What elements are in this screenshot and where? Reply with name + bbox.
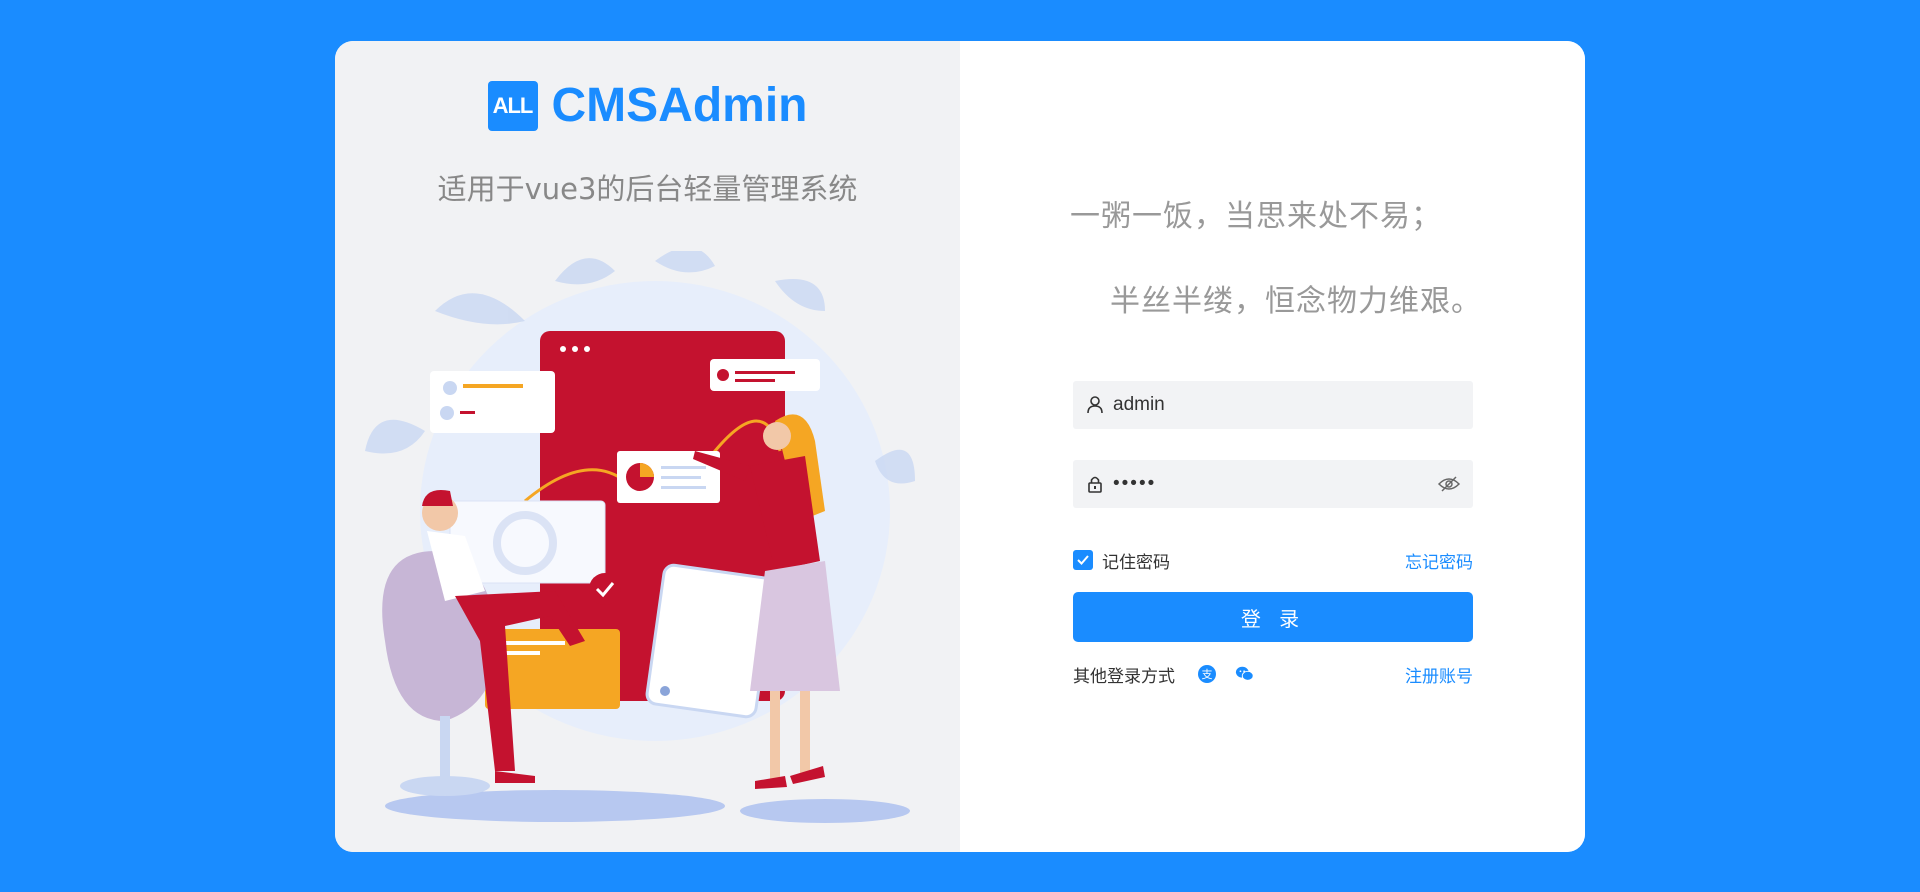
brand: ALL CMSAdmin (335, 81, 960, 131)
left-panel: ALL CMSAdmin 适用于vue3的后台轻量管理系统 (335, 41, 960, 852)
register-link[interactable]: 注册账号 (1405, 662, 1473, 687)
other-login: 其他登录方式 支 (1073, 662, 1255, 687)
logo: ALL (487, 81, 538, 131)
svg-text:支: 支 (1202, 668, 1213, 681)
lock-icon (1085, 474, 1105, 494)
right-panel: 一粥一饭，当思来处不易； 半丝半缕，恒念物力维艰。 (960, 41, 1585, 852)
username-input[interactable] (1111, 393, 1473, 417)
wechat-icon[interactable] (1235, 664, 1255, 684)
password-input[interactable] (1111, 472, 1437, 496)
login-card: ALL CMSAdmin 适用于vue3的后台轻量管理系统 一粥一饭，当思来处不… (335, 41, 1585, 852)
login-button[interactable]: 登 录 (1073, 592, 1473, 642)
poem-line-1: 一粥一饭，当思来处不易； (1070, 199, 1442, 234)
other-login-label: 其他登录方式 (1073, 666, 1175, 687)
username-field[interactable] (1073, 381, 1473, 429)
check-icon[interactable] (1073, 550, 1093, 570)
brand-name: CMSAdmin (551, 79, 808, 132)
password-field[interactable] (1073, 460, 1473, 508)
other-login-row: 其他登录方式 支 注册账号 (1073, 661, 1473, 687)
remember-label: 记住密码 (1102, 552, 1170, 573)
brand-subtitle: 适用于vue3的后台轻量管理系统 (437, 172, 858, 206)
user-icon (1085, 395, 1105, 415)
login-illustration (365, 251, 915, 823)
poem-line-2: 半丝半缕，恒念物力维艰。 (1110, 284, 1482, 319)
remember-row: 记住密码 忘记密码 (1073, 548, 1473, 573)
forgot-password-link[interactable]: 忘记密码 (1405, 548, 1473, 573)
eye-off-icon[interactable] (1437, 474, 1461, 494)
remember-checkbox[interactable]: 记住密码 (1073, 548, 1170, 573)
alipay-icon[interactable]: 支 (1197, 664, 1217, 684)
